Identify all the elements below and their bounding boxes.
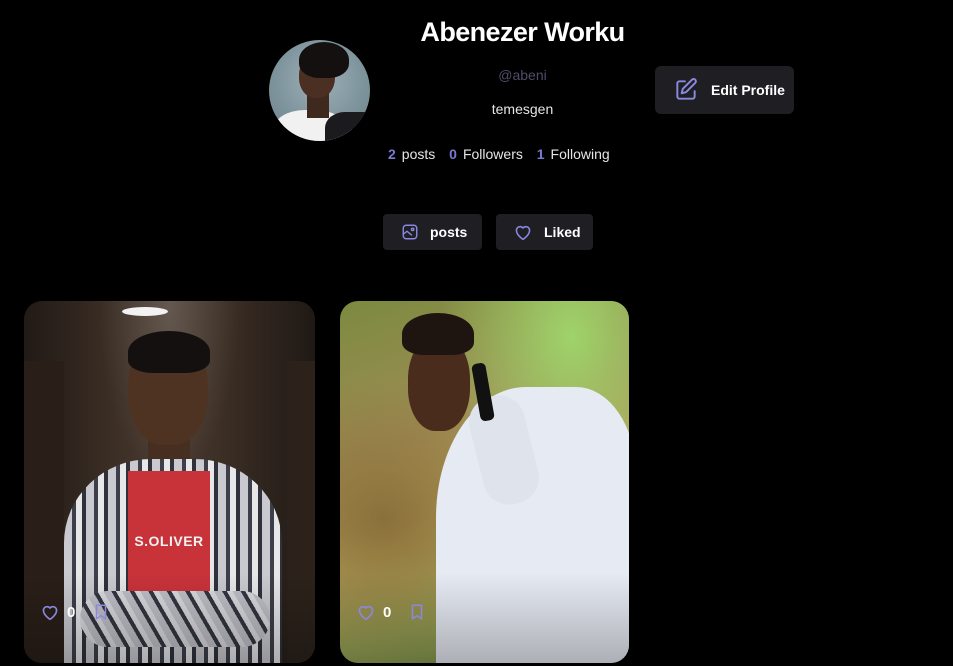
bookmark-icon[interactable] [409,603,425,621]
post-actions: 0 [40,603,109,621]
image-icon [402,224,418,240]
following-label[interactable]: Following [551,146,610,162]
edit-profile-label: Edit Profile [711,82,785,98]
bookmark-icon[interactable] [93,603,109,621]
posts-label: posts [401,146,436,162]
tab-posts-label: posts [430,224,468,240]
person-hair [128,331,210,373]
post-card[interactable]: S.OLIVER 0 [24,301,315,663]
tab-liked-label: Liked [544,224,581,240]
heart-icon[interactable] [40,603,60,621]
tab-posts[interactable]: posts [383,214,482,250]
posts-count: 2 [388,146,396,162]
like-count: 0 [383,603,392,621]
avatar-hair [299,42,349,78]
profile-stats: 2 posts 0 Followers 1 Following [388,146,620,162]
post-actions: 0 [356,603,425,621]
tee-print: S.OLIVER [134,533,204,549]
ceiling-lamp [122,307,168,316]
profile-handle: @abeni [498,67,547,83]
followers-count[interactable]: 0 [449,146,457,162]
profile-name: Abenezer Worku [420,17,625,47]
pencil-square-icon [676,78,697,100]
tab-liked[interactable]: Liked [496,214,593,250]
like-count: 0 [67,603,76,621]
post-card[interactable]: 0 [340,301,629,663]
heart-icon [515,225,531,241]
profile-page: Abenezer Worku @abeni temesgen 2 posts 0F… [0,0,953,666]
avatar-jacket [325,112,370,141]
following-count[interactable]: 1 [537,146,545,162]
profile-bio: temesgen [491,101,554,117]
followers-label[interactable]: Followers [463,146,523,162]
edit-profile-button[interactable]: Edit Profile [655,66,794,114]
avatar [269,40,370,141]
heart-icon[interactable] [356,603,376,621]
person-hair [402,313,474,355]
